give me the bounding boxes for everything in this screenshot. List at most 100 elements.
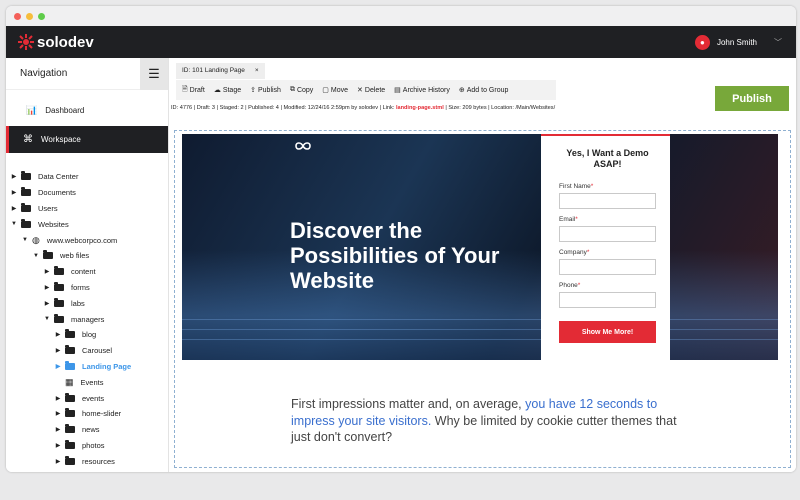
tree-item-label: Data Center	[38, 172, 79, 182]
intro-text: First impressions matter and, on average…	[291, 397, 526, 411]
copy-icon: ⧉	[289, 86, 295, 93]
folder-icon	[65, 345, 75, 355]
tree-item[interactable]: ▶ Carousel	[6, 343, 168, 359]
caret-right-icon[interactable]: ▶	[55, 395, 61, 402]
tree-item[interactable]: ▶ Data Center	[6, 169, 168, 185]
required-marker: *	[575, 216, 578, 223]
tree-item[interactable]: ▼ ◍ www.webcorpco.com	[6, 232, 168, 248]
toolbar: 🗎 Draft ☁ Stage ⇪ Publish ⧉ Copy ▢ Move ✕ Delete ▤ Ar…	[176, 80, 556, 100]
tree-item[interactable]: ▶ resources	[6, 453, 168, 469]
caret-right-icon[interactable]: ▶	[55, 458, 61, 465]
page-meta: ID: 4776 | Draft: 3 | Staged: 2 | Publis…	[171, 105, 796, 111]
globe-icon: ◍	[32, 234, 40, 245]
publish-button[interactable]: Publish	[715, 86, 789, 111]
folder-open-icon	[43, 250, 53, 260]
toolbar-button-label: Archive History	[402, 86, 450, 94]
toolbar-button-label: Delete	[364, 86, 386, 94]
tree-item[interactable]: ▶ Users	[6, 201, 168, 217]
caret-right-icon[interactable]: ▶	[55, 331, 61, 338]
sidebar-item-workspace[interactable]: ⌘ Workspace	[6, 126, 168, 153]
close-icon[interactable]: ×	[255, 67, 259, 74]
tree-item[interactable]: ▼ web files	[6, 248, 168, 264]
caret-down-icon[interactable]: ▼	[44, 316, 50, 322]
move-button[interactable]: ▢ Move	[322, 86, 349, 95]
caret-right-icon[interactable]: ▶	[55, 410, 61, 417]
caret-down-icon[interactable]: ▼	[33, 253, 39, 259]
tree-item[interactable]: ▶ forms	[6, 280, 168, 296]
first-name-field[interactable]	[559, 193, 656, 209]
phone-field[interactable]	[559, 292, 656, 308]
draft-icon: 🗎	[182, 85, 188, 93]
add-icon: ⊕	[458, 87, 465, 94]
caret-right-icon[interactable]: ▶	[55, 426, 61, 433]
toolbar-button-label: Copy	[296, 86, 314, 94]
file-tree: ▶ Data Center ▶ Documents ▶ Users ▼ Websites ▼ ◍ w…	[6, 169, 168, 472]
tree-item[interactable]: ▼ Websites	[6, 216, 168, 232]
toolbar-button-label: Publish	[257, 86, 281, 94]
caret-right-icon[interactable]: ▶	[44, 284, 50, 291]
tree-item[interactable]: ▶ events	[6, 390, 168, 406]
toolbar-button-label: Move	[330, 86, 349, 94]
archive-history-button[interactable]: ▤ Archive History	[394, 86, 450, 95]
meta-info-suffix: | Size: 209 bytes | Location: /Main/Webs…	[443, 105, 556, 111]
tree-item[interactable]: ▶slider	[6, 469, 168, 472]
folder-icon	[21, 187, 31, 197]
caret-down-icon[interactable]: ▼	[22, 237, 28, 243]
caret-right-icon[interactable]: ▶	[55, 363, 61, 370]
form-title: Yes, I Want a Demo ASAP!	[566, 148, 649, 169]
maximize-window-button[interactable]	[38, 12, 45, 20]
caret-down-icon[interactable]: ▼	[11, 221, 17, 227]
tree-item[interactable]: ▶ home-slider	[6, 406, 168, 422]
tree-item-label: Events	[80, 377, 104, 387]
caret-right-icon[interactable]: ▶	[11, 205, 17, 212]
publish-button[interactable]: ⇪ Publish	[250, 86, 281, 95]
tree-item[interactable]: ▶ photos	[6, 438, 168, 454]
tree-item[interactable]: ▼ managers	[6, 311, 168, 327]
workspace-icon: ⌘	[23, 134, 33, 145]
tree-item[interactable]: ▶ blog	[6, 327, 168, 343]
tab-label: ID: 101 Landing Page	[182, 67, 245, 74]
field-label-text: Email	[559, 216, 576, 223]
caret-right-icon[interactable]: ▶	[11, 173, 17, 180]
close-window-button[interactable]	[14, 12, 21, 20]
sidebar-item-dashboard[interactable]: 📊 Dashboard	[6, 98, 168, 122]
field-label-text: Company	[559, 249, 587, 256]
email-field[interactable]	[559, 226, 656, 242]
field-label: Email*	[559, 216, 656, 223]
page-link[interactable]: landing-page.stml	[396, 105, 444, 111]
folder-icon	[65, 408, 75, 418]
tree-item-label: Documents	[38, 188, 76, 198]
company-field[interactable]	[559, 259, 656, 275]
meta-info: ID: 4776 | Draft: 3 | Staged: 2 | Publis…	[171, 105, 396, 111]
hero-banner: Discover the Possibilities of Your Websi…	[182, 134, 778, 360]
archive-icon: ▤	[394, 87, 401, 94]
page-editor[interactable]: Discover the Possibilities of Your Websi…	[174, 130, 791, 468]
sidebar-header: Navigation ☰	[6, 58, 168, 90]
hamburger-menu-icon[interactable]: ☰	[140, 58, 168, 90]
draft-button[interactable]: 🗎 Draft	[182, 85, 205, 96]
stage-button[interactable]: ☁ Stage	[214, 86, 241, 95]
caret-right-icon[interactable]: ▶	[44, 300, 50, 307]
tree-item[interactable]: ▶ Landing Page	[6, 359, 168, 375]
tree-item[interactable]: ▶ content	[6, 264, 168, 280]
user-menu[interactable]: ● John Smith ﹀	[694, 34, 782, 50]
caret-right-icon[interactable]: ▶	[55, 442, 61, 449]
brand-logo[interactable]: solodev	[18, 34, 94, 51]
caret-right-icon[interactable]: ▶	[55, 347, 61, 354]
show-me-more-button[interactable]: Show Me More!	[559, 321, 656, 343]
minimize-window-button[interactable]	[26, 12, 33, 20]
delete-button[interactable]: ✕ Delete	[357, 86, 386, 95]
folder-open-icon	[21, 218, 31, 228]
caret-right-icon[interactable]: ▶	[44, 268, 50, 275]
tree-item[interactable]: ▶ news	[6, 422, 168, 438]
tree-item[interactable]: ▶ labs	[6, 295, 168, 311]
caret-right-icon[interactable]: ▶	[11, 189, 17, 196]
tab-landing-page[interactable]: ID: 101 Landing Page ×	[176, 62, 265, 79]
folder-icon	[21, 202, 31, 212]
tree-item[interactable]: ▶ Documents	[6, 185, 168, 201]
add-to-group-button[interactable]: ⊕ Add to Group	[458, 86, 509, 95]
copy-button[interactable]: ⧉ Copy	[290, 86, 313, 94]
tree-item[interactable]: ▦ Events	[6, 374, 168, 390]
move-icon: ▢	[322, 87, 329, 94]
chevron-down-icon: ﹀	[774, 37, 782, 47]
